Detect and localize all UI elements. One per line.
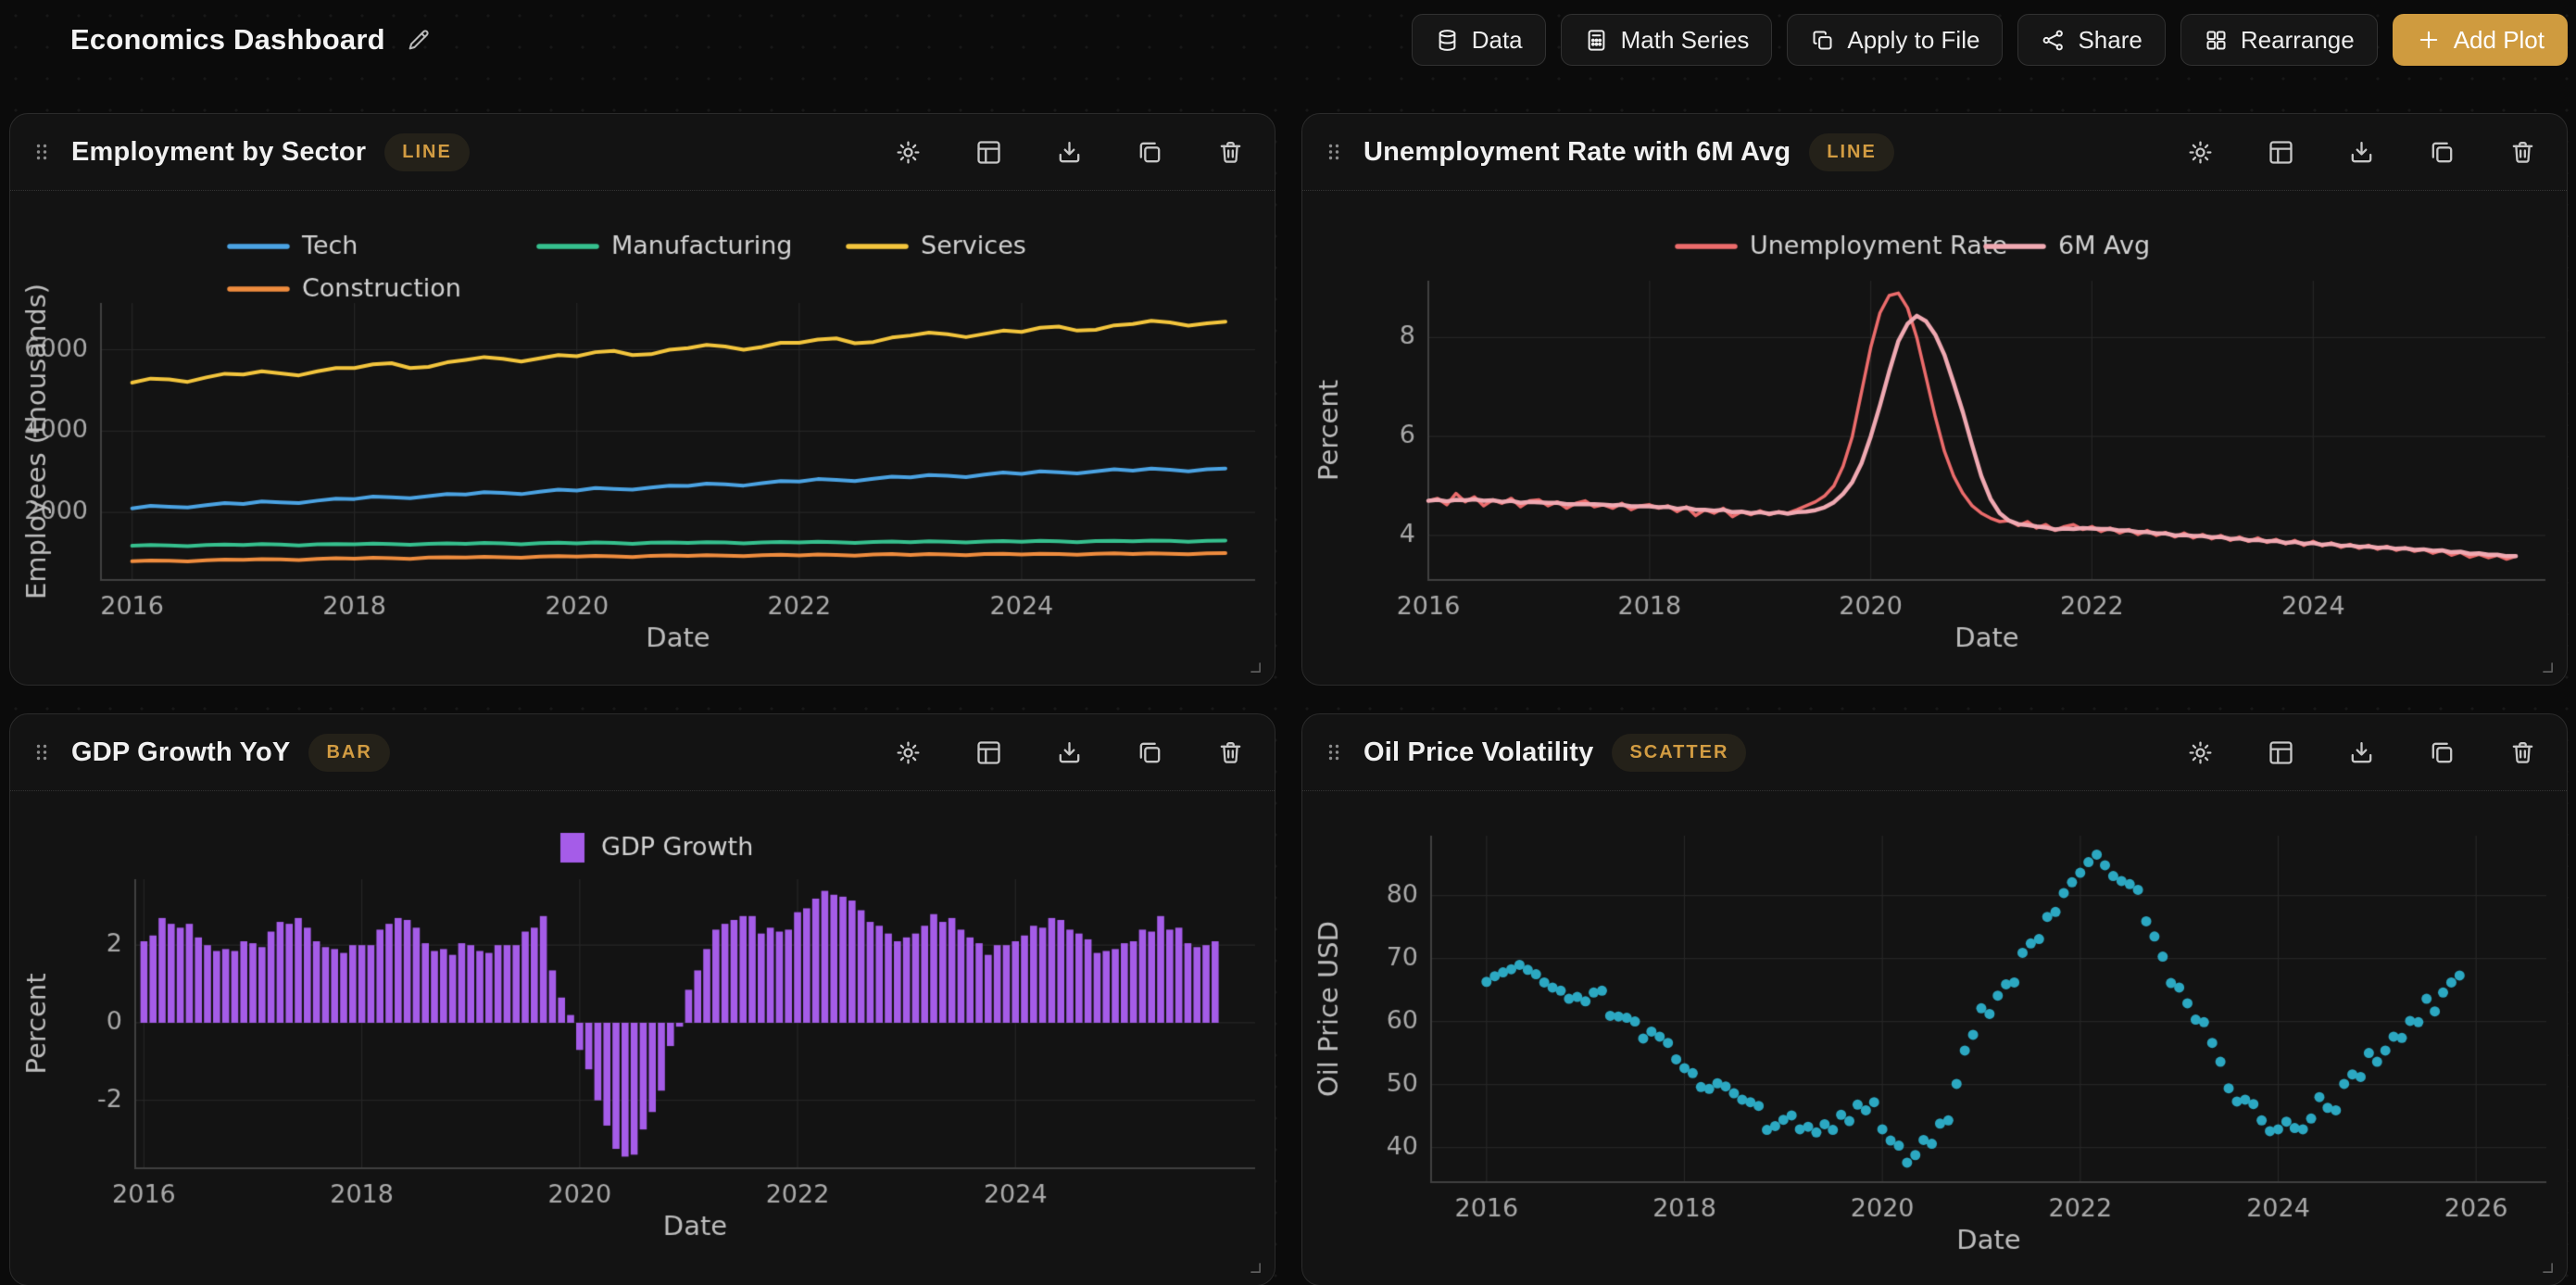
panel-gdp-growth: GDP Growth YoY BAR: [9, 713, 1275, 1285]
panel-type-badge: LINE: [1809, 133, 1894, 171]
download-button[interactable]: [1051, 735, 1087, 771]
drag-handle-icon[interactable]: [31, 140, 53, 164]
edit-title-icon[interactable]: [406, 27, 432, 53]
panel-type-badge: LINE: [384, 133, 470, 171]
employment-chart-canvas: [10, 191, 1275, 685]
panel-title: Employment by Sector: [71, 137, 366, 168]
table-view-button[interactable]: [971, 134, 1007, 170]
header-actions: Data Math Series Apply to File Share Rea…: [1412, 13, 2568, 67]
delete-button[interactable]: [2505, 134, 2541, 170]
data-button-label: Data: [1472, 26, 1523, 55]
panel-header: Employment by Sector LINE: [10, 114, 1275, 191]
settings-button[interactable]: [890, 735, 926, 771]
rearrange-button-label: Rearrange: [2241, 26, 2355, 55]
data-button[interactable]: Data: [1412, 14, 1546, 66]
app-header: Economics Dashboard Data Math Series App…: [0, 0, 2576, 113]
panel-title: GDP Growth YoY: [71, 737, 290, 768]
duplicate-button[interactable]: [2424, 134, 2460, 170]
settings-button[interactable]: [2182, 134, 2218, 170]
panel-type-badge: BAR: [308, 734, 389, 772]
unemployment-chart-canvas: [1302, 191, 2567, 685]
resize-handle-icon[interactable]: [1246, 658, 1266, 678]
settings-button[interactable]: [2182, 735, 2218, 771]
duplicate-button[interactable]: [1132, 134, 1168, 170]
drag-handle-icon[interactable]: [1323, 140, 1345, 164]
add-plot-button-label: Add Plot: [2454, 26, 2545, 55]
apply-to-file-button[interactable]: Apply to File: [1787, 14, 2003, 66]
oil-chart-canvas: [1302, 791, 2567, 1285]
add-plot-button[interactable]: Add Plot: [2393, 14, 2568, 66]
delete-button[interactable]: [1213, 134, 1249, 170]
delete-button[interactable]: [1213, 735, 1249, 771]
panel-oil-price: Oil Price Volatility SCATTER: [1301, 713, 2568, 1285]
duplicate-button[interactable]: [1132, 735, 1168, 771]
panel-header: Oil Price Volatility SCATTER: [1302, 714, 2567, 791]
dashboard-grid: Employment by Sector LINE Unemployment R…: [0, 113, 2576, 1285]
drag-handle-icon[interactable]: [31, 740, 53, 764]
settings-button[interactable]: [890, 134, 926, 170]
panel-unemployment-rate: Unemployment Rate with 6M Avg LINE: [1301, 113, 2568, 686]
gdp-chart-canvas: [10, 791, 1275, 1285]
panel-title: Oil Price Volatility: [1363, 737, 1593, 768]
math-series-button-label: Math Series: [1621, 26, 1750, 55]
panel-header: GDP Growth YoY BAR: [10, 714, 1275, 791]
math-series-button[interactable]: Math Series: [1561, 14, 1773, 66]
panel-type-badge: SCATTER: [1612, 734, 1746, 772]
resize-handle-icon[interactable]: [2538, 658, 2558, 678]
table-view-button[interactable]: [2263, 735, 2299, 771]
delete-button[interactable]: [2505, 735, 2541, 771]
rearrange-button[interactable]: Rearrange: [2180, 14, 2378, 66]
share-button[interactable]: Share: [2017, 14, 2165, 66]
download-button[interactable]: [2344, 134, 2380, 170]
resize-handle-icon[interactable]: [2538, 1258, 2558, 1279]
apply-to-file-button-label: Apply to File: [1847, 26, 1979, 55]
table-view-button[interactable]: [971, 735, 1007, 771]
panel-title: Unemployment Rate with 6M Avg: [1363, 137, 1791, 168]
download-button[interactable]: [2344, 735, 2380, 771]
page-title: Economics Dashboard: [70, 23, 385, 57]
table-view-button[interactable]: [2263, 134, 2299, 170]
duplicate-button[interactable]: [2424, 735, 2460, 771]
panel-header: Unemployment Rate with 6M Avg LINE: [1302, 114, 2567, 191]
panel-employment-by-sector: Employment by Sector LINE: [9, 113, 1275, 686]
drag-handle-icon[interactable]: [1323, 740, 1345, 764]
resize-handle-icon[interactable]: [1246, 1258, 1266, 1279]
share-button-label: Share: [2078, 26, 2142, 55]
download-button[interactable]: [1051, 134, 1087, 170]
